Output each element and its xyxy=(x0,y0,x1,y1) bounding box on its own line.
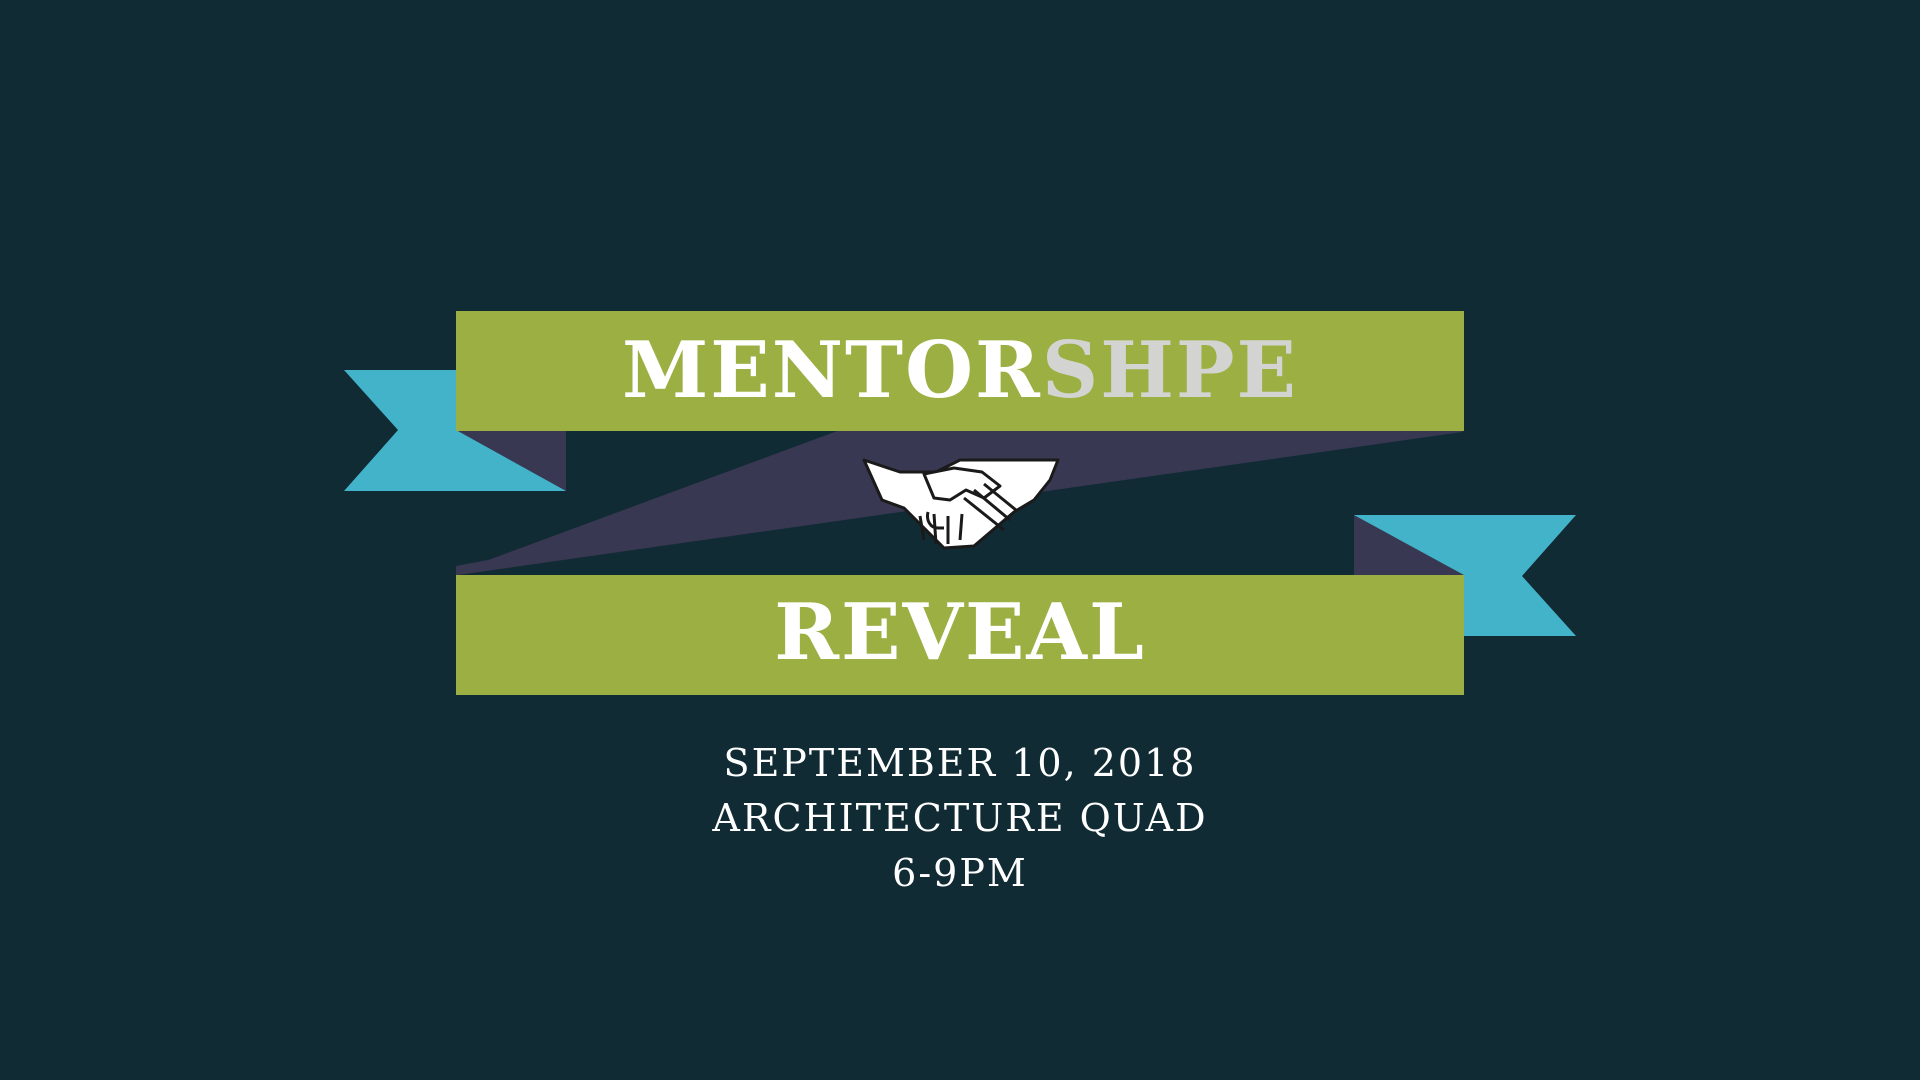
event-details: SEPTEMBER 10, 2018 ARCHITECTURE QUAD 6-9… xyxy=(560,736,1360,901)
event-subtitle: REVEAL xyxy=(774,587,1146,678)
title-shpe: SHPE xyxy=(1041,325,1299,416)
event-location: ARCHITECTURE QUAD xyxy=(712,796,1208,840)
title-mentor: MENTOR xyxy=(621,325,1042,416)
event-date: SEPTEMBER 10, 2018 xyxy=(723,741,1197,785)
event-time: 6-9PM xyxy=(892,851,1028,895)
event-poster: MENTOR SHPE REVEAL SEPTEMBER 10, 2018 ARC… xyxy=(0,0,1920,1080)
ribbon-banner xyxy=(344,311,1576,695)
event-title: MENTOR SHPE xyxy=(456,311,1464,431)
